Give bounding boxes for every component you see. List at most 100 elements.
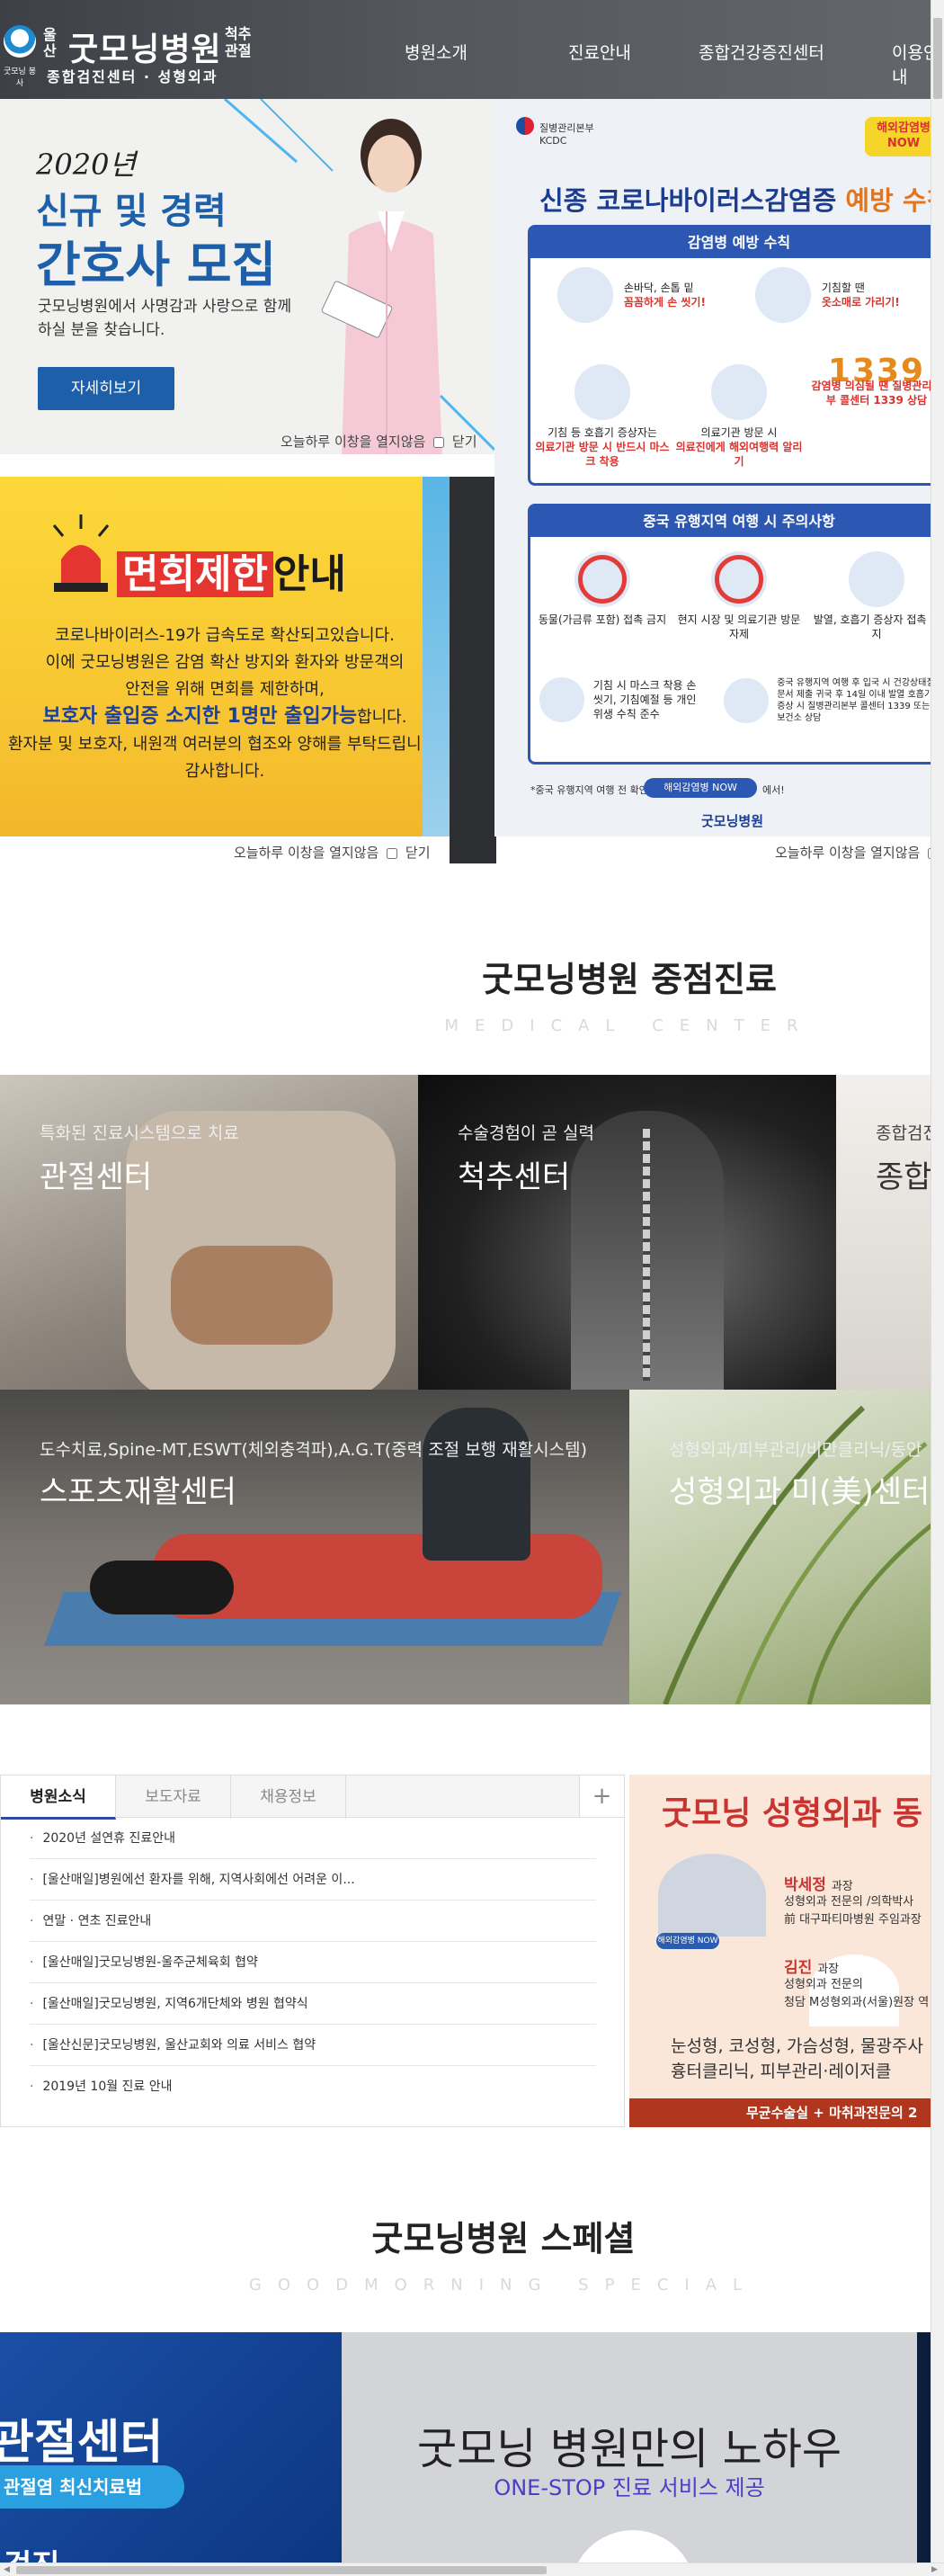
doctor2-title: 과장 [817, 1963, 840, 1976]
kcdc-travel-hygiene: 기침 시 마스크 착용 손씻기, 기침예절 등 개인위생 수칙 준수 [539, 677, 719, 722]
therapist-photo [423, 1408, 530, 1561]
horizontal-scroll-thumb[interactable] [16, 2566, 547, 2574]
logo-sub[interactable]: 종합검진센터 · 성형외과 [47, 65, 218, 86]
kcdc-agency: 질병관리본부 KCDC [539, 122, 594, 148]
doctor2-desc-line: 청담 M성형외과(서울)원장 역 [784, 1996, 930, 2009]
site-header: 굿모닝 봉사 울산 굿모닝병원 척추관절 종합검진센터 · 성형외과 병원소개 … [0, 0, 944, 99]
kcdc-item5-b: 감염병 의심될 땐 질병관리본부 콜센터 1339 상담 [811, 380, 942, 407]
kcdc-title-blue: 신종 코로나바이러스감염증 [539, 185, 837, 216]
kcdc-travel-fever: 발열, 호흡기 증상자 접촉 금지 [809, 551, 944, 641]
page-root: 굿모닝 봉사 울산 굿모닝병원 척추관절 종합검진센터 · 성형외과 병원소개 … [0, 0, 944, 2576]
kcdc-agency-en: KCDC [539, 135, 567, 147]
doctor1-desc-line: 前 대구파티마병원 주임과장 [784, 1913, 922, 1927]
visit-line4: 보호자 출입증 소지한 1명만 출입가능합니다. [0, 703, 450, 731]
nurse-details-button[interactable]: 자세히보기 [38, 367, 174, 410]
plastic-surgery-banner[interactable]: 굿모닝 성형외과 동 해외감염병 NOW 박세정 과장 성형외과 전문의 /의학… [629, 1775, 944, 2127]
nurse-no-open-today-checkbox[interactable] [433, 436, 445, 448]
nav-item-about[interactable]: 병원소개 [405, 40, 468, 64]
nav-item-health-center[interactable]: 종합건강증진센터 [699, 40, 824, 64]
scroll-right-arrow-icon[interactable]: ▶ [931, 2565, 938, 2574]
special-title: 굿모닝병원 스페셜 [371, 2219, 636, 2258]
visit-line5: 환자분 및 보호자, 내원객 여러분의 협조와 양해를 부탁드립니다. [7, 735, 442, 754]
logo-name[interactable]: 굿모닝병원 [68, 23, 222, 70]
visit-restriction-popup: 면회제한 안내 코로나바이러스-19가 급속도로 확산되고있습니다. 이에 굿모닝… [0, 477, 450, 836]
news-tabs: 병원소식 보도자료 채용정보 + [0, 1775, 625, 1820]
doctor2-name: 김진 과장 [784, 1954, 839, 1977]
scroll-left-arrow-icon[interactable]: ◀ [4, 2565, 10, 2574]
kcdc-item-hospital: 의료기관 방문 시 의료진에게 해외여행력 알리기 [672, 364, 806, 469]
kcdc-travel3: 발열, 호흡기 증상자 접촉 금지 [813, 613, 940, 640]
visit-line1: 코로나바이러스-19가 급속도로 확산되고있습니다. [55, 626, 395, 645]
logo-city[interactable]: 울산 [43, 27, 65, 59]
doctor1-name: 박세정 과장 [784, 1872, 853, 1894]
visit-no-open-today-checkbox[interactable] [387, 847, 398, 859]
ad-bottom-bar: 무균수술실 + 마취과전문의 2 [629, 2098, 944, 2127]
ad-services-line: 흉터클리닉, 피부관리·레이저클 [671, 2062, 892, 2081]
news-item[interactable]: 2019년 10월 진료 안내 [30, 2066, 596, 2107]
tile-spine-caption: 수술경험이 곧 실력 [458, 1123, 594, 1143]
no-animal-icon [574, 551, 630, 607]
ad-services: 눈성형, 코성형, 가슴성형, 물광주사 흉터클리닉, 피부관리·레이저클 [671, 2034, 923, 2084]
news-item[interactable]: [울산신문]굿모닝병원, 울산교회와 의료 서비스 협약 [30, 2025, 596, 2066]
kcdc-title: 신종 코로나바이러스감염증 예방 수칙 [539, 180, 944, 218]
nurse-year: 2020년 [36, 148, 136, 182]
visit-title-rest: 안내 [272, 551, 346, 597]
kcdc-box1-title: 감염병 예방 수칙 [530, 228, 944, 258]
ad-title: 굿모닝 성형외과 동 [662, 1795, 923, 1832]
kcdc-item-mask: 기침 등 호흡기 증상자는 의료기관 방문 시 반드시 마스크 착용 [535, 364, 670, 469]
kcdc-now-link[interactable]: 해외감염병 NOW [644, 778, 757, 798]
tile-sports-rehab[interactable]: 도수치료,Spine-MT,ESWT(체외충격파),A.G.T(중력 조절 보행… [0, 1390, 629, 1704]
visit-body: 코로나바이러스-19가 급속도로 확산되고있습니다. 이에 굿모닝병원은 감염 … [0, 622, 450, 785]
news-more-button[interactable]: + [579, 1775, 624, 1817]
horizontal-scrollbar[interactable]: ◀ ▶ [0, 2563, 944, 2576]
tile-joint-center[interactable]: 특화된 진료시스템으로 치료 관절센터 [0, 1075, 418, 1390]
tile-beauty-name: 성형외과 미(美)센터 [669, 1474, 931, 1510]
tile-spine-center[interactable]: 수술경험이 곧 실력 척추센터 [418, 1075, 836, 1390]
visit-line4-rest: 합니다. [357, 708, 407, 727]
kcdc-item2-b: 옷소매로 가리기! [821, 296, 900, 309]
special-joint-banner[interactable]: 관절센터 관절염 최신치료법 검진 [0, 2332, 342, 2576]
ad-badge-label: 해외감염병 NOW [657, 1936, 718, 1945]
news-item[interactable]: [울산매일]굿모닝병원-울주군체육회 협약 [30, 1942, 596, 1983]
visit-close-button[interactable]: 닫기 [405, 845, 431, 861]
visit-title: 면회제한 안내 [117, 541, 346, 597]
kcdc-item-callcenter: 1339 감염병 의심될 땐 질병관리본부 콜센터 1339 상담 [809, 355, 944, 407]
nav-item-treatment[interactable]: 진료안내 [568, 40, 631, 64]
visit-no-open-today-label: 오늘하루 이창을 열지않음 [234, 845, 379, 861]
kcdc-prevention-popup: 질병관리본부 KCDC 해외감염병 NOW 신종 코로나바이러스감염증 예방 수… [494, 99, 944, 836]
kcdc-item-handwash: 손바닥, 손톱 밑 꼼꼼하게 손 씻기! [557, 267, 737, 323]
medical-center-subtitle: MEDICAL CENTER [444, 1016, 815, 1035]
doctor1-desc: 성형외과 전문의 /의학박사 前 대구파티마병원 주임과장 [784, 1893, 922, 1929]
logo-emblem-icon[interactable] [4, 25, 36, 58]
visit-line2: 이에 굿모닝병원은 감염 확산 방지와 환자와 방문객의 [45, 653, 405, 672]
visit-line6: 감사합니다. [184, 762, 265, 781]
special-knowhow-banner[interactable]: 굿모닝 병원만의 노하우 ONE-STOP 진료 서비스 제공 검진 [342, 2332, 917, 2576]
kcdc-travel1: 동물(가금류 포함) 접촉 금지 [538, 613, 667, 626]
tab-press[interactable]: 보도자료 [116, 1775, 231, 1819]
fever-icon [849, 551, 904, 607]
news-item[interactable]: [울산매일]굿모닝병원, 지역6개단체와 병원 협약식 [30, 1983, 596, 2025]
tab-recruit[interactable]: 채용정보 [231, 1775, 346, 1819]
handwash-icon [557, 267, 613, 323]
cough-icon [755, 267, 811, 323]
patient-legs [90, 1561, 234, 1614]
news-item[interactable]: [울산매일]병원에선 환자를 위해, 지역사회에선 어려운 이... [30, 1859, 596, 1901]
kcdc-box-prevention: 감염병 예방 수칙 손바닥, 손톱 밑 꼼꼼하게 손 씻기! 기침할 땐 옷소매로 … [528, 225, 944, 486]
kcdc-logo-icon [516, 117, 534, 135]
logo-dept[interactable]: 척추관절 [225, 25, 261, 59]
vertical-scroll-thumb[interactable] [933, 18, 942, 99]
news-item[interactable]: 2020년 설연휴 진료안내 [30, 1818, 596, 1859]
news-list: 2020년 설연휴 진료안내 [울산매일]병원에선 환자를 위해, 지역사회에선… [0, 1818, 625, 2127]
news-item[interactable]: 연말 · 연초 진료안내 [30, 1901, 596, 1942]
tab-hospital-news[interactable]: 병원소식 [1, 1775, 116, 1820]
kcdc-note: *중국 유행지역 여행 전 확인: [530, 784, 652, 796]
doctor1-title: 과장 [831, 1880, 853, 1893]
tile-checkup-center[interactable]: 종합검진 종합검 [836, 1075, 944, 1390]
kcdc-note-tail: 에서! [762, 784, 785, 796]
kcdc-item3-t: 기침 등 호흡기 증상자는 [548, 426, 657, 439]
tile-beauty-center[interactable]: 성형외과/피부관리/비만클리닉/동안 성형외과 미(美)센터 [629, 1390, 944, 1704]
nurse-close-button[interactable]: 닫기 [452, 434, 477, 450]
vertical-scrollbar[interactable] [931, 0, 944, 2563]
visit-line3: 안전을 위해 면회를 제한하며, [125, 680, 325, 699]
medical-center-title: 굿모닝병원 중점진료 [482, 960, 777, 999]
